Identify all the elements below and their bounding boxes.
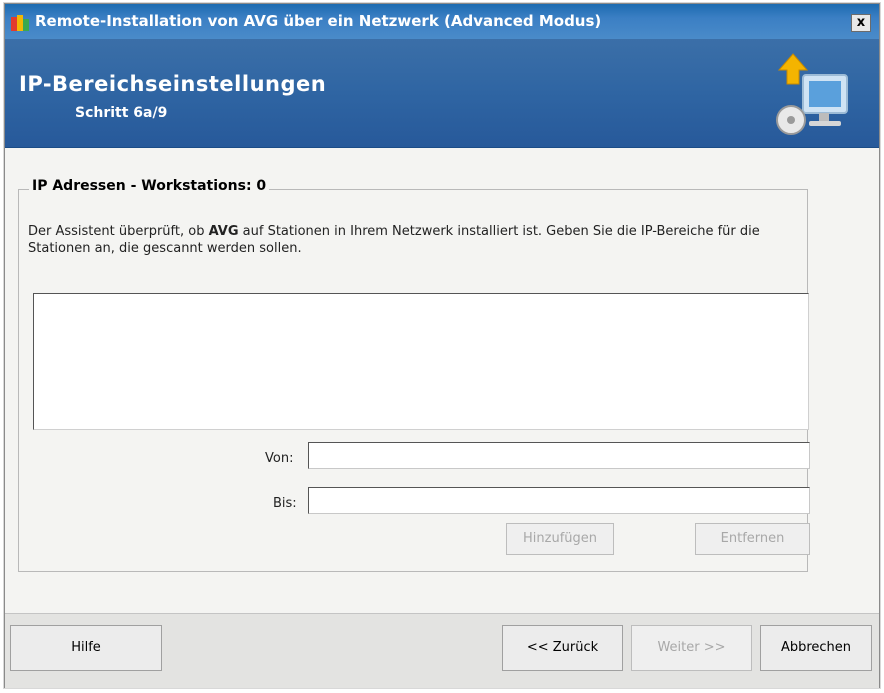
installer-window: Remote-Installation von AVG über ein Net… [4, 3, 880, 688]
network-computer-icon [776, 53, 848, 135]
header-banner: IP-Bereichseinstellungen Schritt 6a/9 [5, 39, 879, 148]
help-button[interactable]: Hilfe [10, 625, 162, 671]
step-indicator: Schritt 6a/9 [75, 105, 168, 121]
add-button[interactable]: Hinzufügen [506, 523, 614, 555]
from-ip-field[interactable] [308, 442, 810, 469]
description-text: Der Assistent überprüft, ob AVG auf Stat… [28, 223, 788, 257]
to-label: Bis: [273, 496, 297, 511]
ip-address-group: IP Adressen - Workstations: 0 Der Assist… [18, 178, 810, 572]
description-part-1: Der Assistent überprüft, ob [28, 224, 209, 239]
page-title: IP-Bereichseinstellungen [19, 72, 327, 96]
avg-app-icon [11, 15, 29, 31]
to-ip-field[interactable] [308, 487, 810, 514]
footer-bar: Hilfe << Zurück Weiter >> Abbrechen [5, 613, 879, 688]
remove-button[interactable]: Entfernen [695, 523, 810, 555]
from-label: Von: [265, 451, 294, 466]
group-legend: IP Adressen - Workstations: 0 [29, 178, 270, 194]
title-bar: Remote-Installation von AVG über ein Net… [5, 4, 879, 39]
window-title: Remote-Installation von AVG über ein Net… [35, 12, 602, 30]
content-area: IP Adressen - Workstations: 0 Der Assist… [5, 148, 879, 613]
back-button[interactable]: << Zurück [502, 625, 623, 671]
description-avg-bold: AVG [208, 224, 239, 239]
ip-range-list[interactable] [33, 293, 809, 430]
cancel-button[interactable]: Abbrechen [760, 625, 872, 671]
next-button[interactable]: Weiter >> [631, 625, 752, 671]
close-button[interactable]: x [851, 14, 871, 32]
